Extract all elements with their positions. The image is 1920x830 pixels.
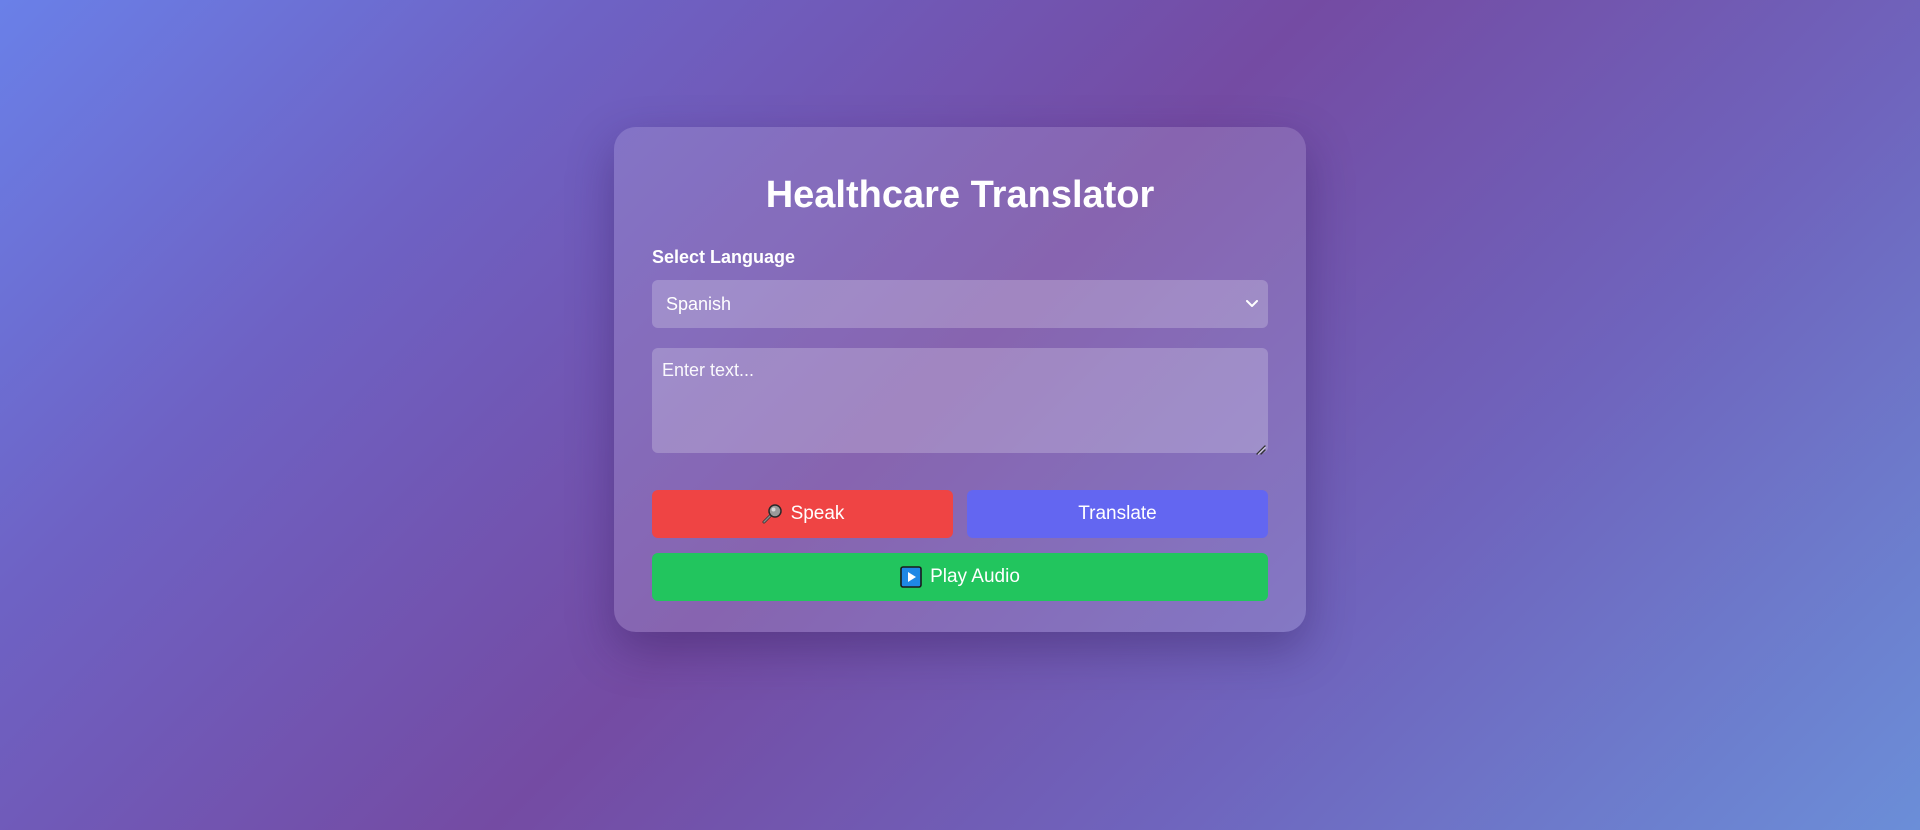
- resize-handle-icon[interactable]: [1254, 439, 1266, 455]
- play-audio-button[interactable]: Play Audio: [652, 553, 1268, 601]
- action-row: Speak Translate: [652, 490, 1268, 538]
- translate-button-label: Translate: [1078, 503, 1157, 524]
- speak-button[interactable]: Speak: [652, 490, 953, 538]
- text-input-placeholder: Enter text...: [662, 360, 755, 380]
- play-audio-button-label: Play Audio: [930, 566, 1020, 587]
- text-input[interactable]: Enter text...: [652, 348, 1268, 455]
- speak-button-label: Speak: [790, 503, 845, 524]
- play-button-icon: [900, 566, 922, 588]
- translate-button[interactable]: Translate: [967, 490, 1268, 538]
- translator-card: Healthcare Translator Select Language Sp…: [614, 127, 1306, 632]
- language-select-value: Spanish: [666, 294, 732, 314]
- language-select[interactable]: Spanish: [652, 280, 1268, 328]
- microphone-icon: [761, 503, 783, 525]
- chevron-down-icon: [1244, 280, 1260, 328]
- language-label: Select Language: [652, 247, 796, 267]
- page-title: Healthcare Translator: [765, 174, 1155, 216]
